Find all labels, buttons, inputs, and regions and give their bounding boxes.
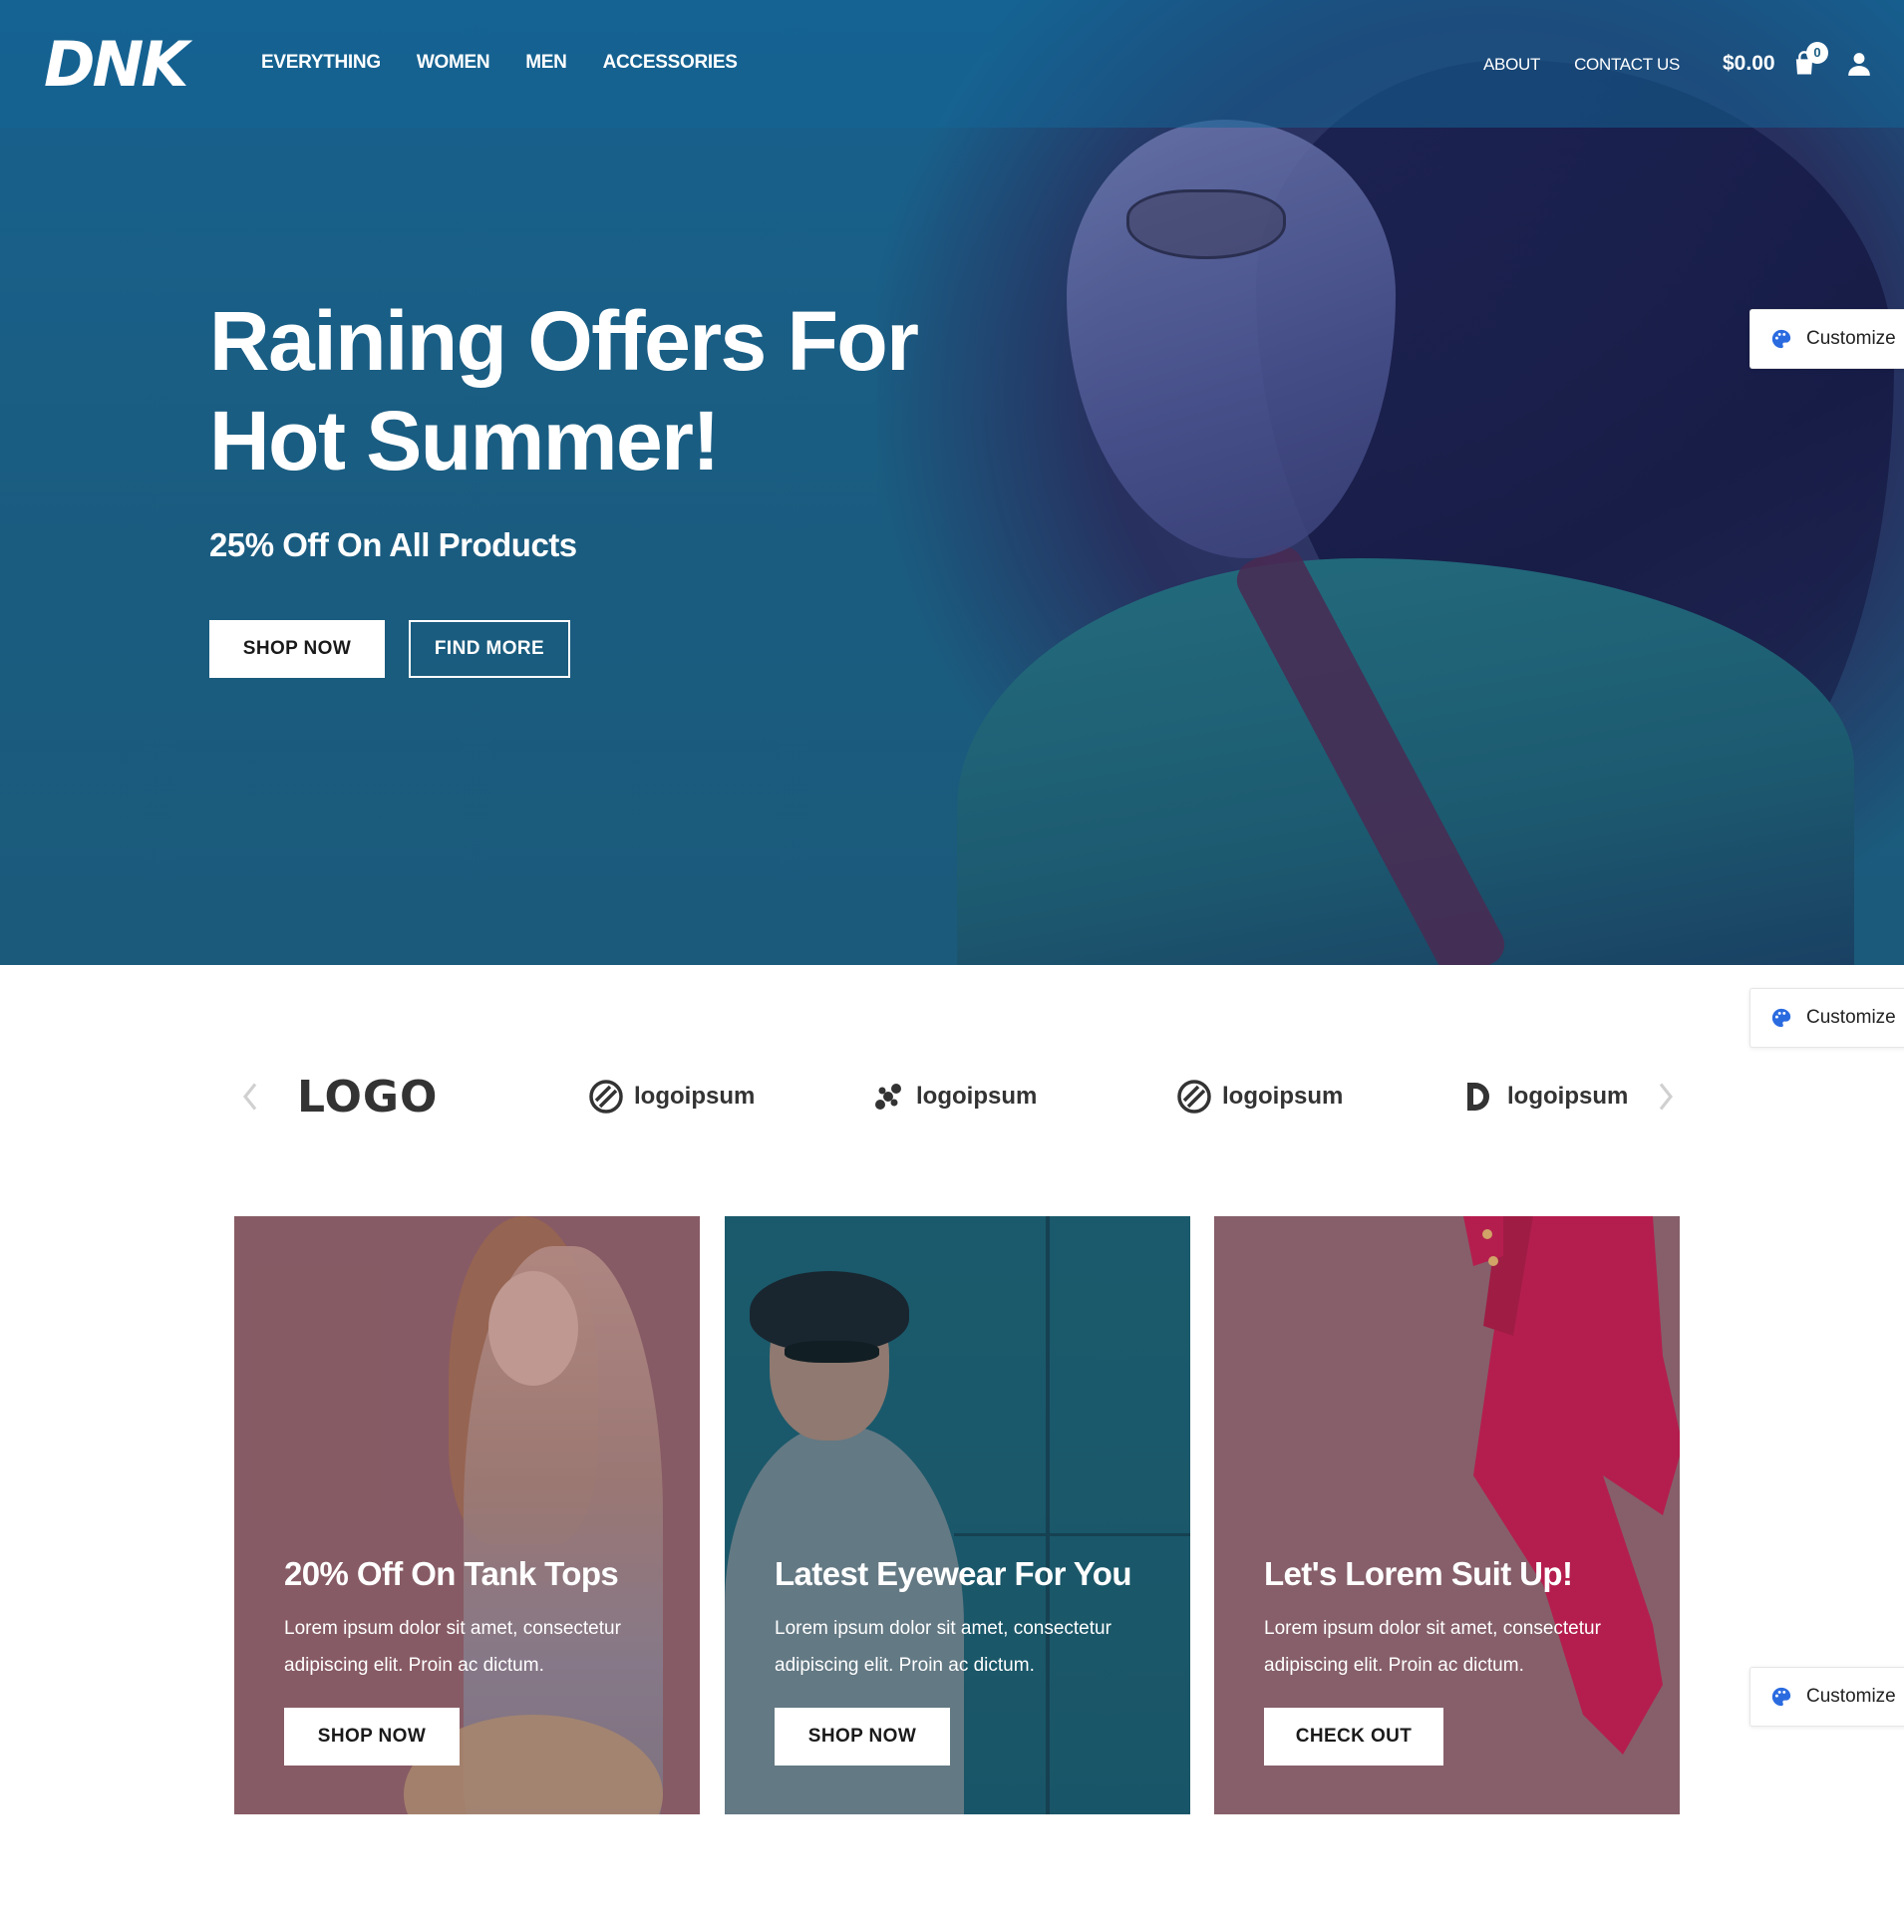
- brand-logo: logoipsum: [1461, 1069, 1628, 1125]
- nav-item-about[interactable]: ABOUT: [1483, 55, 1540, 75]
- promo-card-tank-tops: 20% Off On Tank Tops Lorem ipsum dolor s…: [234, 1216, 700, 1814]
- brand-logo: logoipsum: [1176, 1069, 1343, 1125]
- primary-nav: EVERYTHING WOMEN MEN ACCESSORIES: [261, 52, 738, 74]
- customize-button[interactable]: Customize: [1749, 309, 1904, 369]
- hero-subtitle: 25% Off On All Products: [209, 526, 577, 563]
- hero-title: Raining Offers For Hot Summer!: [209, 294, 919, 487]
- promo-card-text: Lorem ipsum dolor sit amet, consectetur …: [284, 1618, 621, 1676]
- nav-item-men[interactable]: MEN: [525, 52, 567, 74]
- promo-card-check-out-button[interactable]: CHECK OUT: [1264, 1708, 1443, 1766]
- customize-label: Customize: [1806, 1686, 1896, 1707]
- customize-button[interactable]: Customize: [1749, 1667, 1904, 1727]
- palette-icon: [1771, 1008, 1791, 1028]
- palette-icon: [1771, 1687, 1791, 1707]
- user-account-icon[interactable]: [1846, 50, 1872, 78]
- promo-card-text: Lorem ipsum dolor sit amet, consectetur …: [775, 1618, 1111, 1676]
- nav-item-contact-us[interactable]: CONTACT US: [1574, 55, 1680, 75]
- promo-card-title: Let's Lorem Suit Up!: [1264, 1555, 1573, 1592]
- nav-item-accessories[interactable]: ACCESSORIES: [603, 52, 738, 74]
- chevron-right-icon[interactable]: [1651, 1077, 1681, 1117]
- logoipsum-dots-icon: [875, 1084, 901, 1110]
- brand-logo-text: LOGO: [297, 1071, 439, 1123]
- brand-logo: LOGO: [297, 1069, 438, 1125]
- brand-logo: logoipsum: [870, 1069, 1037, 1125]
- logoipsum-ring-icon: [1177, 1080, 1211, 1114]
- nav-item-everything[interactable]: EVERYTHING: [261, 52, 381, 74]
- promo-card-shop-now-button[interactable]: SHOP NOW: [775, 1708, 950, 1766]
- brand-logo-text: logoipsum: [1222, 1083, 1344, 1110]
- nav-item-women[interactable]: WOMEN: [417, 52, 490, 74]
- promo-card-title: 20% Off On Tank Tops: [284, 1555, 619, 1592]
- palette-icon: [1771, 329, 1791, 349]
- hero-shop-now-button[interactable]: SHOP NOW: [209, 620, 385, 678]
- cart-count-badge: 0: [1806, 42, 1828, 64]
- customize-label: Customize: [1806, 1007, 1896, 1028]
- brand-carousel: LOGO logoipsum logoipsum logoipsum logoi…: [0, 1047, 1904, 1146]
- chevron-left-icon[interactable]: [235, 1077, 265, 1117]
- logoipsum-ring-icon: [589, 1080, 623, 1114]
- customize-label: Customize: [1806, 328, 1896, 349]
- brand-logo-text: logoipsum: [1507, 1083, 1629, 1110]
- logoipsum-half-circle-icon: [1467, 1083, 1489, 1111]
- promo-card-suit-up: Let's Lorem Suit Up! Lorem ipsum dolor s…: [1214, 1216, 1680, 1814]
- secondary-nav: ABOUT CONTACT US: [1483, 55, 1680, 75]
- site-logo[interactable]: DNK: [44, 28, 188, 101]
- promo-card-eyewear: Latest Eyewear For You Lorem ipsum dolor…: [725, 1216, 1190, 1814]
- brand-logo-text: logoipsum: [916, 1083, 1038, 1110]
- hero-find-more-button[interactable]: FIND MORE: [409, 620, 570, 678]
- hero-image: [877, 0, 1904, 965]
- promo-card-shop-now-button[interactable]: SHOP NOW: [284, 1708, 460, 1766]
- promo-card-title: Latest Eyewear For You: [775, 1555, 1131, 1592]
- brand-logo: logoipsum: [588, 1069, 755, 1125]
- hero-banner: DNK EVERYTHING WOMEN MEN ACCESSORIES ABO…: [0, 0, 1904, 965]
- promo-card-text: Lorem ipsum dolor sit amet, consectetur …: [1264, 1618, 1601, 1676]
- customize-button[interactable]: Customize: [1749, 988, 1904, 1048]
- top-navbar: DNK EVERYTHING WOMEN MEN ACCESSORIES ABO…: [0, 0, 1904, 128]
- brand-logo-text: logoipsum: [634, 1083, 756, 1110]
- cart-total[interactable]: $0.00: [1723, 52, 1775, 76]
